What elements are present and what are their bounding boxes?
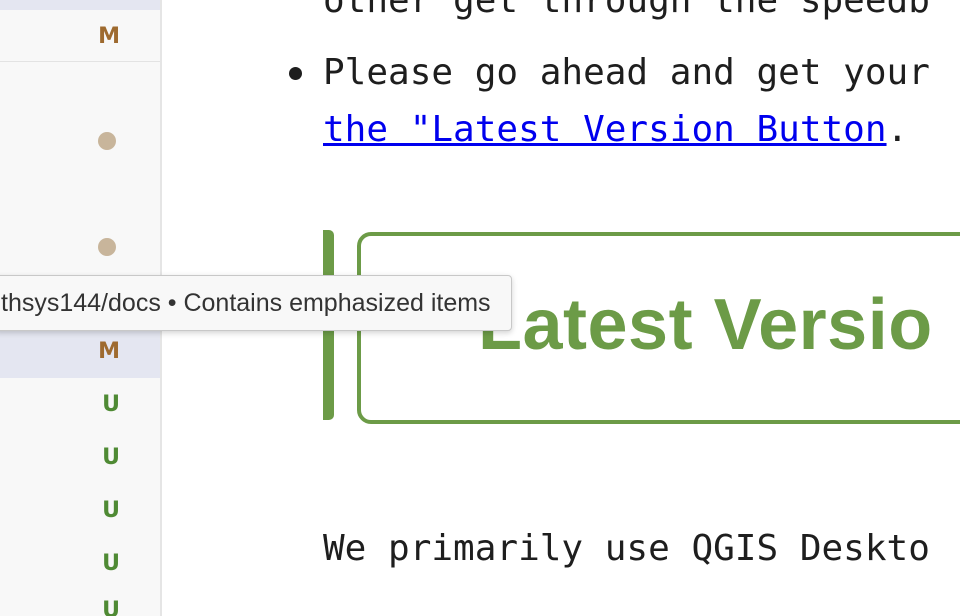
explorer-row[interactable]	[0, 0, 160, 10]
tooltip-text: thsys144/docs • Contains emphasized item…	[1, 288, 491, 317]
git-modified-badge: M	[98, 24, 120, 49]
explorer-row[interactable]: U	[0, 378, 160, 431]
link-suffix: .	[886, 109, 909, 150]
button-image-label: Latest Versio	[478, 285, 933, 365]
hover-tooltip: thsys144/docs • Contains emphasized item…	[0, 275, 512, 331]
list-item-link-line: the "Latest Version Button.	[323, 109, 908, 150]
explorer-row[interactable]: M	[0, 10, 160, 62]
folder-changes-dot-icon	[98, 132, 116, 150]
explorer-row-selected[interactable]: M	[0, 325, 160, 378]
list-item-text: Please go ahead and get your	[323, 52, 930, 93]
git-untracked-badge: U	[102, 392, 120, 417]
bullet-point	[289, 67, 302, 80]
folder-changes-dot-icon	[98, 238, 116, 256]
explorer-row[interactable]	[0, 114, 160, 168]
git-untracked-badge: U	[102, 598, 120, 616]
preview-paragraph: We primarily use QGIS Deskto	[323, 528, 930, 569]
row-divider	[0, 61, 160, 62]
git-untracked-badge: U	[102, 445, 120, 470]
explorer-row[interactable]: U	[0, 590, 160, 616]
explorer-row[interactable]	[0, 220, 160, 274]
explorer-row[interactable]: U	[0, 537, 160, 590]
explorer-row[interactable]: U	[0, 484, 160, 537]
explorer-row[interactable]: U	[0, 431, 160, 484]
git-untracked-badge: U	[102, 551, 120, 576]
git-untracked-badge: U	[102, 498, 120, 523]
latest-version-link[interactable]: the "Latest Version Button	[323, 109, 887, 150]
git-modified-badge: M	[98, 339, 120, 364]
preview-text-line: other get through the speedb	[323, 0, 930, 21]
